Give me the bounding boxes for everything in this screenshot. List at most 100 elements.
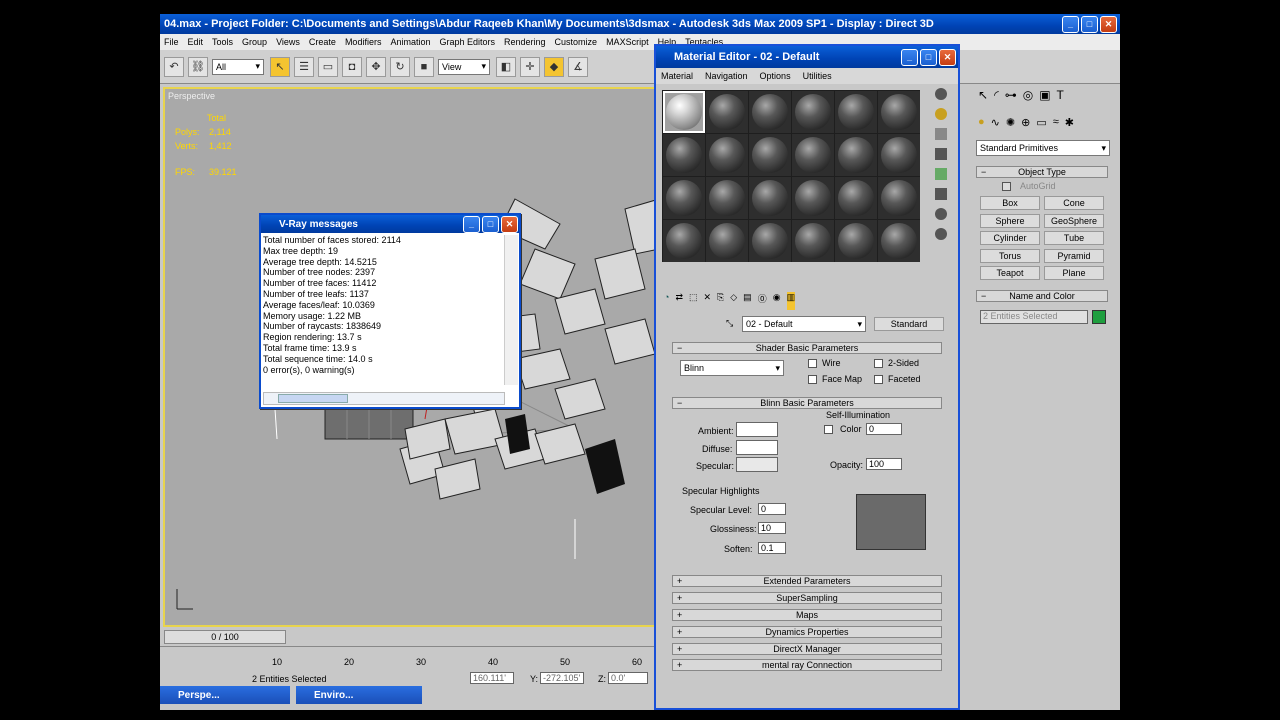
- menu-create[interactable]: Create: [309, 37, 336, 47]
- backlight-icon[interactable]: [935, 108, 947, 120]
- sample-slot[interactable]: [835, 177, 877, 219]
- utilities-tab-icon[interactable]: T: [1057, 88, 1064, 102]
- sample-slot[interactable]: [663, 220, 705, 262]
- mat-menu-options[interactable]: Options: [760, 71, 791, 81]
- menu-modifiers[interactable]: Modifiers: [345, 37, 382, 47]
- sample-slot[interactable]: [835, 134, 877, 176]
- dynamics-properties-rollup[interactable]: + Dynamics Properties: [672, 626, 942, 638]
- box-button[interactable]: Box: [980, 196, 1040, 210]
- sample-slot[interactable]: [878, 91, 920, 133]
- show-map-icon[interactable]: ◉: [773, 292, 781, 310]
- ref-coord-dropdown[interactable]: View ▾: [438, 58, 490, 75]
- sample-slot[interactable]: [792, 134, 834, 176]
- wire-checkbox[interactable]: [808, 359, 817, 368]
- helpers-icon[interactable]: ▭: [1036, 116, 1046, 129]
- sample-slot[interactable]: [878, 177, 920, 219]
- sample-slot[interactable]: [663, 177, 705, 219]
- x-coordinate-field[interactable]: 160.111': [470, 672, 514, 684]
- menu-file[interactable]: File: [164, 37, 179, 47]
- background-icon[interactable]: [935, 128, 947, 140]
- angle-snap-icon[interactable]: ∡: [568, 56, 588, 77]
- video-check-icon[interactable]: [935, 168, 947, 180]
- self-illum-color-checkbox[interactable]: [824, 425, 833, 434]
- material-id-icon[interactable]: ⓪: [758, 292, 767, 310]
- z-coordinate-field[interactable]: 0.0': [608, 672, 648, 684]
- geometry-icon[interactable]: ●: [978, 116, 985, 129]
- faceted-checkbox[interactable]: [874, 375, 883, 384]
- diffuse-color-swatch[interactable]: [736, 440, 778, 455]
- menu-animation[interactable]: Animation: [390, 37, 430, 47]
- shader-type-dropdown[interactable]: Blinn ▾: [680, 360, 784, 376]
- ambient-color-swatch[interactable]: [736, 422, 778, 437]
- autogrid-checkbox[interactable]: [1002, 182, 1011, 191]
- undo-icon[interactable]: ↶: [164, 56, 184, 77]
- menu-customize[interactable]: Customize: [555, 37, 598, 47]
- time-slider[interactable]: 0 / 100: [160, 628, 654, 646]
- move-icon[interactable]: ✥: [366, 56, 386, 77]
- taskbar-item-environment[interactable]: Enviro...: [296, 686, 422, 704]
- sample-slot[interactable]: [749, 177, 791, 219]
- taskbar-item-perspective[interactable]: Perspe...: [160, 686, 290, 704]
- menu-tools[interactable]: Tools: [212, 37, 233, 47]
- sample-slot[interactable]: [706, 91, 748, 133]
- cylinder-button[interactable]: Cylinder: [980, 231, 1040, 245]
- sample-slot[interactable]: [792, 91, 834, 133]
- menu-group[interactable]: Group: [242, 37, 267, 47]
- put-to-library-icon[interactable]: ▤: [743, 292, 752, 310]
- make-preview-icon[interactable]: [935, 188, 947, 200]
- teapot-button[interactable]: Teapot: [980, 266, 1040, 280]
- show-end-result-icon[interactable]: ▥: [786, 292, 796, 310]
- soften-field[interactable]: 0.1: [758, 542, 786, 554]
- display-tab-icon[interactable]: ▣: [1039, 88, 1050, 102]
- shader-basic-rollup[interactable]: − Shader Basic Parameters: [672, 342, 942, 354]
- sample-slot[interactable]: [663, 134, 705, 176]
- scale-icon[interactable]: ■: [414, 56, 434, 77]
- close-button[interactable]: ✕: [1100, 15, 1117, 33]
- sample-slot[interactable]: [749, 220, 791, 262]
- time-slider-thumb[interactable]: 0 / 100: [164, 630, 286, 644]
- tube-button[interactable]: Tube: [1044, 231, 1104, 245]
- cone-button[interactable]: Cone: [1044, 196, 1104, 210]
- geosphere-button[interactable]: GeoSphere: [1044, 214, 1104, 228]
- sample-slot[interactable]: [878, 220, 920, 262]
- blinn-basic-rollup[interactable]: − Blinn Basic Parameters: [672, 397, 942, 409]
- object-name-field[interactable]: 2 Entities Selected: [980, 310, 1088, 324]
- two-sided-checkbox[interactable]: [874, 359, 883, 368]
- menu-edit[interactable]: Edit: [188, 37, 204, 47]
- mat-close-button[interactable]: ✕: [939, 48, 956, 66]
- uv-tiling-icon[interactable]: [935, 148, 947, 160]
- pyramid-button[interactable]: Pyramid: [1044, 249, 1104, 263]
- sample-slot[interactable]: [706, 134, 748, 176]
- snap-icon[interactable]: ✛: [520, 56, 540, 77]
- primitive-category-dropdown[interactable]: Standard Primitives ▾: [976, 140, 1110, 156]
- mental-ray-connection-rollup[interactable]: + mental ray Connection: [672, 659, 942, 671]
- mat-menu-material[interactable]: Material: [661, 71, 693, 81]
- perspective-viewport[interactable]: Perspective Total Polys: 2,114 Verts: 1,…: [163, 87, 657, 627]
- track-bar[interactable]: 10 20 30 40 50 60: [160, 646, 654, 670]
- object-color-swatch[interactable]: [1092, 310, 1106, 324]
- sample-slot[interactable]: [792, 220, 834, 262]
- sample-type-icon[interactable]: [935, 88, 947, 100]
- vray-vertical-scrollbar[interactable]: [504, 235, 518, 385]
- self-illum-color-field[interactable]: 0: [866, 423, 902, 435]
- mat-menu-utilities[interactable]: Utilities: [803, 71, 832, 81]
- name-and-color-rollup[interactable]: − Name and Color: [976, 290, 1108, 302]
- assign-material-icon[interactable]: ⬚: [689, 292, 698, 310]
- spacewarps-icon[interactable]: ≈: [1053, 116, 1059, 129]
- put-to-scene-icon[interactable]: ⇄: [675, 292, 683, 310]
- material-type-button[interactable]: Standard: [874, 317, 944, 331]
- vray-scroll-thumb[interactable]: [278, 394, 348, 403]
- region-select-icon[interactable]: ▭: [318, 56, 338, 77]
- directx-manager-rollup[interactable]: + DirectX Manager: [672, 643, 942, 655]
- rotate-icon[interactable]: ↻: [390, 56, 410, 77]
- y-coordinate-field[interactable]: -272.105': [540, 672, 584, 684]
- menu-maxscript[interactable]: MAXScript: [606, 37, 649, 47]
- sphere-button[interactable]: Sphere: [980, 214, 1040, 228]
- glossiness-field[interactable]: 10: [758, 522, 786, 534]
- specular-color-swatch[interactable]: [736, 457, 778, 472]
- 3d-snap-icon[interactable]: ◆: [544, 56, 564, 77]
- mat-menu-navigation[interactable]: Navigation: [705, 71, 748, 81]
- sample-slot[interactable]: [878, 134, 920, 176]
- sample-slot[interactable]: [749, 134, 791, 176]
- sample-slot[interactable]: [835, 220, 877, 262]
